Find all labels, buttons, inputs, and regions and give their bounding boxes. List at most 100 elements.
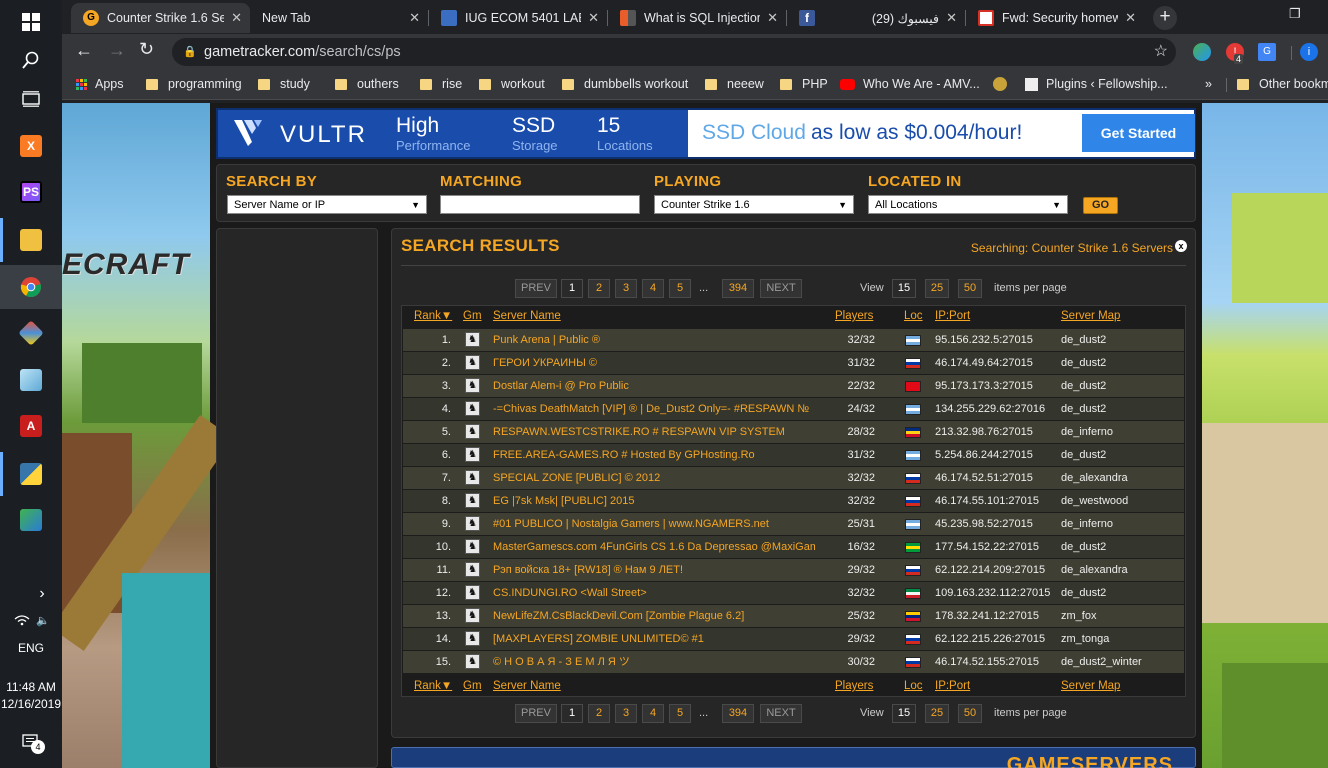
clock-time[interactable]: 11:48 AM	[0, 680, 62, 694]
page-2-button[interactable]: 2	[588, 704, 610, 723]
cs-game-icon[interactable]: ♞	[465, 355, 480, 370]
server-name-link[interactable]: EG |7sk Msk| [PUBLIC] 2015	[493, 490, 815, 512]
get-started-button[interactable]: Get Started	[1082, 114, 1195, 152]
server-name-link[interactable]: MasterGamescs.com 4FunGirls CS 1.6 Da De…	[493, 536, 815, 558]
git-app[interactable]	[0, 311, 62, 355]
table-row[interactable]: 7. ♞ SPECIAL ZONE [PUBLIC] © 2012 32/32 46.1…	[403, 467, 1184, 489]
close-tab-icon[interactable]: ✕	[1125, 10, 1136, 26]
close-tab-icon[interactable]: ✕	[588, 10, 599, 26]
table-row[interactable]: 8. ♞ EG |7sk Msk| [PUBLIC] 2015 32/32 46.174…	[403, 490, 1184, 512]
server-name-link[interactable]: Dostlar Alem-i @ Pro Public	[493, 375, 815, 397]
bookmark-apps[interactable]: Apps	[76, 77, 124, 91]
ip-port-cell[interactable]: 46.174.52.155:27015	[935, 651, 1039, 673]
close-tab-icon[interactable]: ✕	[409, 10, 420, 26]
ip-port-cell[interactable]: 109.163.232.112:27015	[935, 582, 1050, 604]
table-row[interactable]: 13. ♞ NewLifeZM.CsBlackDevil.Com [Zombie P…	[403, 605, 1184, 627]
file-explorer-app[interactable]	[0, 218, 62, 262]
server-map-cell[interactable]: de_dust2	[1061, 375, 1106, 397]
server-map-cell[interactable]: zm_fox	[1061, 605, 1096, 627]
chrome-app[interactable]	[0, 265, 62, 309]
column-server-name[interactable]: Server Name	[493, 310, 561, 322]
close-tab-icon[interactable]: ✕	[231, 10, 242, 26]
server-map-cell[interactable]: de_alexandra	[1061, 467, 1128, 489]
cs-game-icon[interactable]: ♞	[465, 401, 480, 416]
ip-port-cell[interactable]: 177.54.152.22:27015	[935, 536, 1039, 558]
ip-port-cell[interactable]: 46.174.52.51:27015	[935, 467, 1033, 489]
action-center-button[interactable]: 4	[0, 720, 62, 764]
network-button[interactable]: 🔈	[0, 605, 62, 635]
tab-facebook[interactable]: f (29) فيسبوك ✕	[787, 3, 965, 33]
address-bar[interactable]: 🔒 gametracker.com/search/cs/ps ☆	[172, 38, 1176, 66]
table-row[interactable]: 14. ♞ [MAXPLAYERS] ZOMBIE UNLIMITED© #1 29/…	[403, 628, 1184, 650]
ip-port-cell[interactable]: 134.255.229.62:27016	[935, 398, 1045, 420]
table-row[interactable]: 2. ♞ ГЕРОИ УКРАИНЫ © 31/32 46.174.49.64:2701…	[403, 352, 1184, 374]
ip-port-cell[interactable]: 213.32.98.76:27015	[935, 421, 1033, 443]
volume-icon[interactable]: 🔈	[36, 614, 50, 627]
next-page-button[interactable]: NEXT	[760, 704, 802, 723]
server-map-cell[interactable]: zm_tonga	[1061, 628, 1109, 650]
column-rank[interactable]: Rank▼	[414, 310, 452, 322]
per-page-25-button[interactable]: 25	[925, 704, 949, 723]
tab-iug[interactable]: IUG ECOM 5401 LAB 6 ✕	[429, 3, 607, 33]
bookmark-workout[interactable]: workout	[479, 77, 545, 91]
cs-game-icon[interactable]: ♞	[465, 654, 480, 669]
ip-port-cell[interactable]: 45.235.98.52:27015	[935, 513, 1033, 535]
clear-search-icon[interactable]: x	[1175, 240, 1187, 252]
bookmark-outhers[interactable]: outhers	[335, 77, 399, 91]
cs-game-icon[interactable]: ♞	[465, 332, 480, 347]
per-page-25-button[interactable]: 25	[925, 279, 949, 298]
server-map-cell[interactable]: de_dust2	[1061, 329, 1106, 351]
acrobat-app[interactable]: A	[0, 404, 62, 448]
server-map-cell[interactable]: de_dust2	[1061, 444, 1106, 466]
cs-game-icon[interactable]: ♞	[465, 470, 480, 485]
server-name-link[interactable]: © Н О В А Я - З Е М Л Я ツ	[493, 651, 815, 673]
vultr-ad-banner[interactable]: VULTR High Performance SSD Storage 15 Lo…	[216, 108, 1196, 159]
column-players-footer[interactable]: Players	[835, 680, 873, 692]
ip-port-cell[interactable]: 5.254.86.244:27015	[935, 444, 1033, 466]
page-3-button[interactable]: 3	[615, 704, 637, 723]
column-rank-footer[interactable]: Rank▼	[414, 680, 452, 692]
server-map-cell[interactable]: de_alexandra	[1061, 559, 1128, 581]
column-loc-footer[interactable]: Loc	[904, 680, 923, 692]
bookmark-dumbbells[interactable]: dumbbells workout	[562, 77, 688, 91]
server-name-link[interactable]: [MAXPLAYERS] ZOMBIE UNLIMITED© #1	[493, 628, 815, 650]
language-indicator[interactable]: ENG	[0, 641, 62, 655]
go-button[interactable]: GO	[1083, 197, 1118, 214]
page-1-button[interactable]: 1	[561, 279, 583, 298]
server-name-link[interactable]: RESPAWN.WESTCSTRIKE.RO # RESPAWN VIP SYS…	[493, 421, 815, 443]
location-select[interactable]: All Locations ▼	[868, 195, 1068, 214]
last-page-button[interactable]: 394	[722, 704, 754, 723]
idm-app[interactable]	[0, 498, 62, 542]
per-page-50-button[interactable]: 50	[958, 704, 982, 723]
page-5-button[interactable]: 5	[669, 704, 691, 723]
table-row[interactable]: 9. ♞ #01 PUBLICO | Nostalgia Gamers | www.…	[403, 513, 1184, 535]
playing-select[interactable]: Counter Strike 1.6 ▼	[654, 195, 854, 214]
page-1-button[interactable]: 1	[561, 704, 583, 723]
prev-page-button[interactable]: PREV	[515, 279, 557, 298]
bookmark-study[interactable]: study	[258, 77, 310, 91]
server-map-cell[interactable]: de_inferno	[1061, 513, 1113, 535]
search-by-select[interactable]: Server Name or IP ▼	[227, 195, 427, 214]
table-row[interactable]: 3. ♞ Dostlar Alem-i @ Pro Public 22/32 95.17…	[403, 375, 1184, 397]
ip-port-cell[interactable]: 95.173.173.3:27015	[935, 375, 1033, 397]
bookmarks-overflow[interactable]: »	[1205, 77, 1212, 91]
column-players[interactable]: Players	[835, 310, 873, 322]
task-view-button[interactable]	[0, 77, 62, 121]
table-row[interactable]: 12. ♞ CS.INDUNGI.RO <Wall Street> 32/32 109.…	[403, 582, 1184, 604]
cs-game-icon[interactable]: ♞	[465, 631, 480, 646]
last-page-button[interactable]: 394	[722, 279, 754, 298]
server-map-cell[interactable]: de_inferno	[1061, 421, 1113, 443]
server-name-link[interactable]: NewLifeZM.CsBlackDevil.Com [Zombie Plagu…	[493, 605, 815, 627]
python-app[interactable]	[0, 452, 62, 496]
close-tab-icon[interactable]: ✕	[946, 10, 957, 26]
profile-avatar[interactable]: i	[1300, 43, 1318, 61]
ip-port-cell[interactable]: 178.32.241.12:27015	[935, 605, 1039, 627]
cs-game-icon[interactable]: ♞	[465, 562, 480, 577]
bookmark-who-we-are[interactable]: Who We Are - AMV...	[840, 77, 980, 91]
bookmark-php[interactable]: PHP	[780, 77, 828, 91]
per-page-15-button[interactable]: 15	[892, 704, 916, 723]
tab-new-tab[interactable]: New Tab ✕	[250, 3, 428, 33]
matching-input[interactable]	[440, 195, 640, 214]
server-name-link[interactable]: Punk Arena | Public ®	[493, 329, 815, 351]
close-tab-icon[interactable]: ✕	[767, 10, 778, 26]
